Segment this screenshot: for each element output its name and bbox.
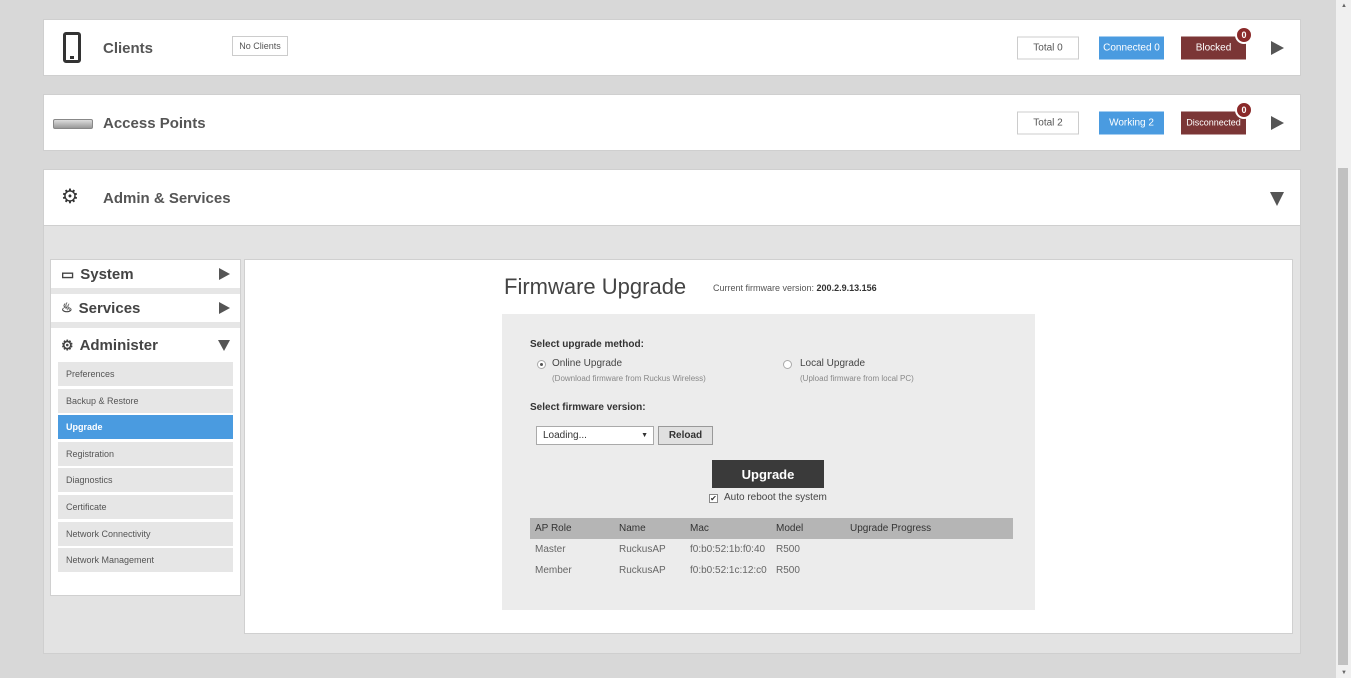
chevron-right-icon — [219, 302, 230, 314]
cell-mac: f0:b0:52:1c:12:c0 — [690, 565, 767, 576]
sidebar-item-administer[interactable]: ⚙ Administer — [51, 328, 240, 362]
page-scrollbar[interactable]: ▲ ▼ — [1336, 0, 1351, 678]
sidebar-item-upgrade[interactable]: Upgrade — [58, 415, 233, 440]
access-points-title: Access Points — [103, 115, 206, 132]
upgrade-form: Select upgrade method: Online Upgrade (D… — [502, 314, 1035, 610]
table-row: Master RuckusAP f0:b0:52:1b:f0:40 R500 — [530, 539, 1013, 560]
sidebar-item-network-management[interactable]: Network Management — [58, 548, 233, 573]
current-firmware-label: Current firmware version: — [713, 283, 815, 293]
dashboard-page: Clients No Clients Total 0 Connected 0 B… — [0, 0, 1336, 678]
cell-ap-role: Member — [535, 565, 572, 576]
current-firmware-value: 200.2.9.13.156 — [816, 283, 877, 293]
firmware-version-value: Loading... — [543, 430, 587, 441]
local-upgrade-radio[interactable] — [783, 360, 792, 369]
services-label: Services — [78, 299, 141, 317]
laptop-icon: ▭ — [61, 265, 75, 282]
method-label: Select upgrade method: — [530, 339, 644, 350]
sidebar-item-services[interactable]: ♨ Services — [51, 294, 240, 328]
disconnected-count-badge: 0 — [1235, 101, 1253, 119]
table-header: AP Role Name Mac Model Upgrade Progress — [530, 518, 1013, 539]
cell-name: RuckusAP — [619, 565, 666, 576]
header-mac: Mac — [690, 523, 709, 534]
online-upgrade-radio[interactable] — [537, 360, 546, 369]
clients-expand-icon[interactable] — [1271, 40, 1284, 55]
admin-sidebar: ▭ System ♨ Services ⚙ Administer Prefere… — [50, 259, 241, 596]
cell-name: RuckusAP — [619, 544, 666, 555]
sidebar-item-registration[interactable]: Registration — [58, 441, 233, 466]
firmware-upgrade-panel: Firmware Upgrade Current firmware versio… — [244, 259, 1293, 634]
local-upgrade-label[interactable]: Local Upgrade — [800, 358, 865, 369]
chevron-down-icon — [218, 339, 230, 351]
sidebar-item-backup-restore[interactable]: Backup & Restore — [58, 388, 233, 413]
scrollbar-thumb[interactable] — [1338, 168, 1348, 665]
current-firmware: Current firmware version: 200.2.9.13.156 — [713, 283, 877, 293]
blocked-count-badge: 0 — [1235, 26, 1253, 44]
header-upgrade-progress: Upgrade Progress — [850, 523, 932, 534]
chevron-right-icon — [219, 268, 230, 280]
header-name: Name — [619, 523, 646, 534]
sidebar-item-certificate[interactable]: Certificate — [58, 494, 233, 519]
table-row: Member RuckusAP f0:b0:52:1c:12:c0 R500 — [530, 560, 1013, 581]
scroll-up-icon[interactable]: ▲ — [1341, 3, 1347, 9]
cell-ap-role: Master — [535, 544, 566, 555]
clients-total-badge[interactable]: Total 0 — [1017, 36, 1079, 59]
header-model: Model — [776, 523, 804, 534]
administer-label: Administer — [79, 336, 158, 354]
page-title: Firmware Upgrade — [504, 274, 687, 299]
clients-panel[interactable]: Clients No Clients Total 0 Connected 0 B… — [43, 19, 1301, 76]
clients-status: No Clients — [232, 36, 288, 56]
auto-reboot-label[interactable]: Auto reboot the system — [724, 492, 827, 503]
firmware-version-select[interactable]: Loading... ▼ — [536, 426, 654, 445]
services-icon: ♨ — [61, 300, 73, 315]
local-upgrade-hint: (Upload firmware from local PC) — [800, 374, 914, 383]
sidebar-item-preferences[interactable]: Preferences — [58, 362, 233, 386]
clients-title: Clients — [103, 40, 154, 57]
clients-connected-badge[interactable]: Connected 0 — [1099, 36, 1164, 59]
ap-working-badge[interactable]: Working 2 — [1099, 111, 1164, 134]
admin-collapse-icon[interactable] — [1270, 192, 1284, 206]
admin-services-title: Admin & Services — [103, 190, 231, 207]
ap-total-badge[interactable]: Total 2 — [1017, 111, 1079, 134]
dropdown-caret-icon: ▼ — [641, 432, 648, 439]
online-upgrade-hint: (Download firmware from Ruckus Wireless) — [552, 374, 706, 383]
online-upgrade-label[interactable]: Online Upgrade — [552, 358, 622, 369]
header-ap-role: AP Role — [535, 523, 572, 534]
gear-icon: ⚙ — [61, 186, 79, 208]
reload-button[interactable]: Reload — [658, 426, 713, 445]
system-label: System — [80, 265, 134, 283]
sidebar-item-network-connectivity[interactable]: Network Connectivity — [58, 521, 233, 546]
sidebar-item-diagnostics[interactable]: Diagnostics — [58, 468, 233, 493]
admin-services-panel[interactable]: ⚙ Admin & Services — [43, 169, 1301, 226]
sidebar-item-system[interactable]: ▭ System — [51, 260, 240, 294]
cell-model: R500 — [776, 565, 800, 576]
cell-model: R500 — [776, 544, 800, 555]
phone-icon — [63, 32, 81, 63]
gear-icon: ⚙ — [61, 336, 74, 353]
access-point-icon — [53, 119, 93, 129]
cell-mac: f0:b0:52:1b:f0:40 — [690, 544, 766, 555]
auto-reboot-checkbox[interactable]: ✔ — [709, 494, 718, 503]
ap-expand-icon[interactable] — [1271, 115, 1284, 130]
access-points-panel[interactable]: Access Points Total 2 Working 2 Disconne… — [43, 94, 1301, 151]
administer-submenu: Preferences Backup & Restore Upgrade Reg… — [51, 362, 240, 573]
version-label: Select firmware version: — [530, 402, 646, 413]
ap-upgrade-table: AP Role Name Mac Model Upgrade Progress … — [530, 518, 1013, 581]
scroll-down-icon[interactable]: ▼ — [1341, 670, 1347, 676]
upgrade-button[interactable]: Upgrade — [712, 460, 824, 488]
